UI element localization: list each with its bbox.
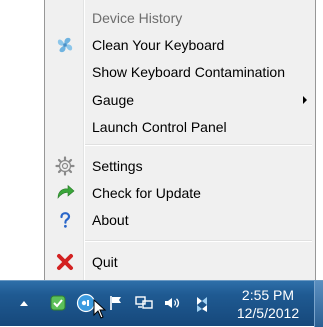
action-center-flag-icon[interactable]	[106, 293, 126, 313]
gear-icon	[55, 156, 75, 176]
menu-item-label: Gauge	[92, 92, 135, 108]
menu-item-label: Launch Control Panel	[92, 119, 227, 135]
clock-date: 12/5/2012	[236, 305, 300, 321]
taskbar-clock[interactable]: 2:55 PM 12/5/2012	[232, 286, 304, 322]
menu-item-launch-control-panel[interactable]: Launch Control Panel	[45, 114, 315, 140]
submenu-arrow-icon	[303, 96, 307, 104]
security-shield-icon[interactable]	[48, 293, 68, 313]
menu-item-about[interactable]: About	[45, 207, 315, 233]
bluetooth-icon[interactable]	[192, 293, 212, 313]
menu-item-settings[interactable]: Settings	[45, 153, 315, 179]
network-icon[interactable]	[134, 293, 154, 313]
green-arrow-icon	[55, 183, 75, 203]
menu-item-check-for-update[interactable]: Check for Update	[45, 180, 315, 206]
keyboard-fan-icon	[55, 35, 75, 55]
show-hidden-icons-arrow[interactable]	[14, 293, 34, 313]
menu-item-show-contamination[interactable]: Show Keyboard Contamination	[45, 59, 315, 85]
context-menu: Device History Clean Your Keyboard Show …	[44, 0, 316, 280]
menu-item-label: Settings	[92, 158, 143, 174]
taskbar: 2:55 PM 12/5/2012	[0, 280, 323, 327]
menu-item-gauge[interactable]: Gauge	[45, 87, 315, 113]
volume-icon[interactable]	[162, 293, 182, 313]
menu-item-label: Check for Update	[92, 185, 201, 201]
menu-item-clean-keyboard[interactable]: Clean Your Keyboard	[45, 32, 315, 58]
menu-item-label: Show Keyboard Contamination	[92, 64, 286, 80]
question-icon	[55, 210, 75, 230]
menu-item-quit[interactable]: Quit	[45, 249, 315, 275]
menu-item-label: Quit	[92, 254, 118, 270]
menu-item-label: Device History	[92, 10, 183, 26]
menu-item-label: About	[92, 212, 129, 228]
show-desktop-button[interactable]	[314, 281, 323, 327]
clock-time: 2:55 PM	[241, 287, 295, 303]
menu-item-label: Clean Your Keyboard	[92, 37, 225, 53]
menu-item-device-history: Device History	[45, 5, 315, 31]
red-x-icon	[55, 252, 75, 272]
menu-separator	[85, 240, 312, 242]
menu-separator	[85, 144, 312, 146]
